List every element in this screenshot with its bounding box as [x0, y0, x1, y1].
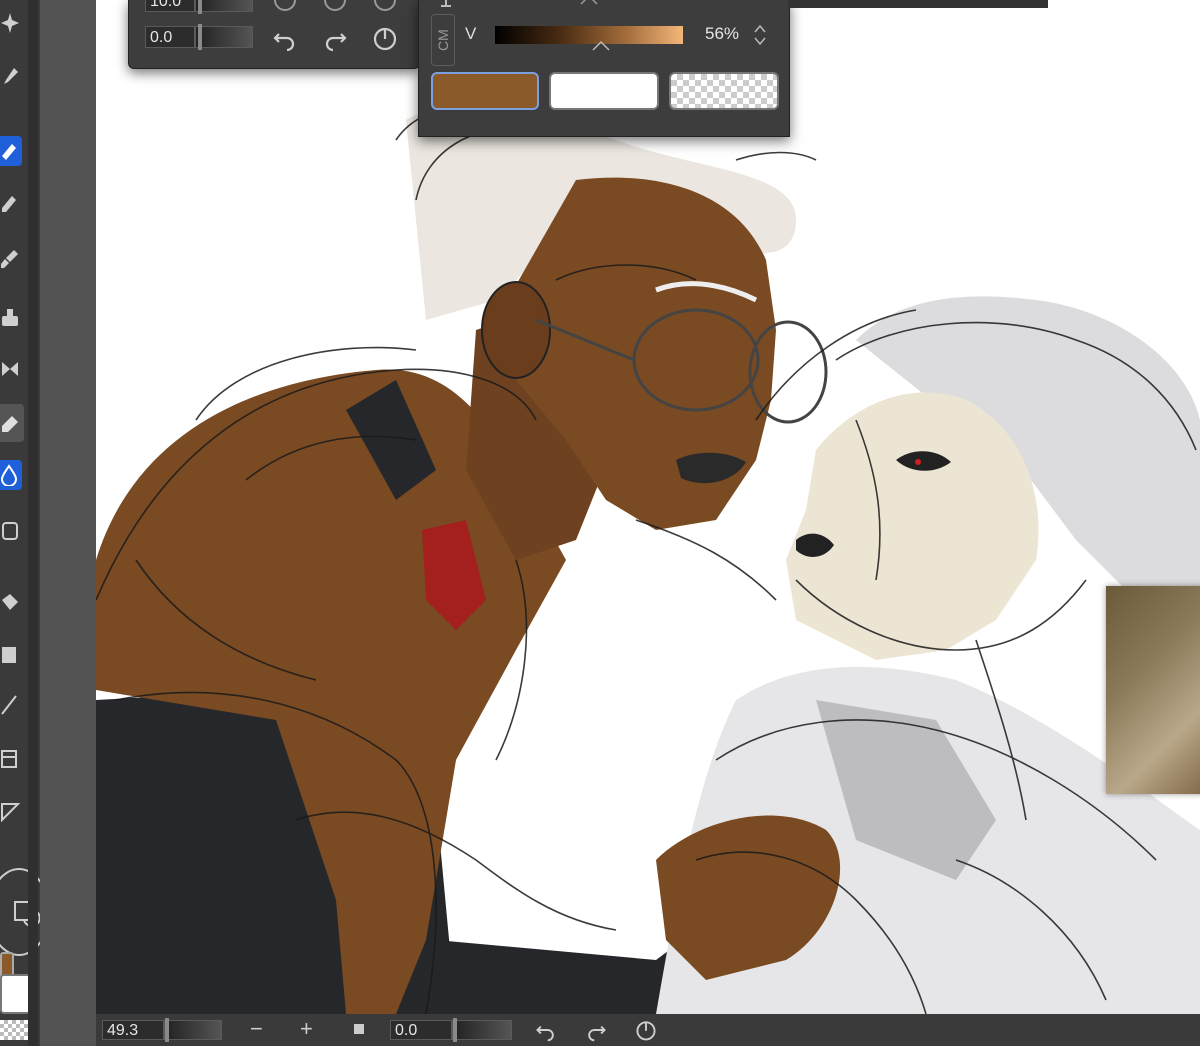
drawing-canvas[interactable]	[96, 0, 1200, 1014]
brush-opacity-field[interactable]: 0.0	[145, 26, 195, 48]
gradient-icon[interactable]	[0, 640, 22, 670]
sparkle-icon[interactable]	[0, 8, 22, 38]
zoom-slider[interactable]	[164, 1018, 222, 1042]
brush-size-field[interactable]: 10.0	[145, 0, 195, 12]
redo-icon[interactable]	[321, 24, 349, 52]
brush-settings-panel: 10.0 0.0	[128, 0, 420, 69]
pen-icon[interactable]	[0, 136, 22, 166]
value-slider-marker[interactable]	[591, 40, 611, 52]
value-channel-percent: 56%	[705, 24, 740, 43]
brush-opacity-slider[interactable]	[195, 24, 253, 50]
right-figure-face	[786, 392, 1039, 660]
blend-icon[interactable]	[0, 460, 22, 490]
left-figure-ear	[481, 281, 551, 379]
fit-screen-icon[interactable]	[354, 1024, 364, 1034]
chevron-up-icon	[580, 0, 598, 5]
value-slider[interactable]	[495, 26, 683, 44]
ruler-icon[interactable]	[0, 796, 22, 826]
rotate-left-icon[interactable]	[534, 1018, 558, 1042]
airbrush-icon[interactable]	[0, 302, 22, 332]
circle-icon[interactable]	[271, 0, 299, 14]
eyedropper-icon[interactable]	[0, 62, 22, 92]
eraser-icon[interactable]	[0, 404, 24, 442]
lasso-icon[interactable]	[0, 516, 22, 546]
decoration-icon[interactable]	[0, 354, 22, 384]
frame-icon[interactable]	[0, 744, 22, 774]
value-stepper-icon[interactable]	[753, 22, 767, 48]
illustration	[96, 105, 1200, 1014]
reset-rotation-icon[interactable]	[634, 1018, 658, 1042]
toolbar-divider	[28, 0, 38, 1046]
settings-icon[interactable]	[371, 0, 399, 14]
brush-size-slider[interactable]	[195, 0, 253, 14]
fill-icon[interactable]	[0, 588, 22, 618]
canvas-status-bar: 49.3 − + 0.0	[96, 1014, 1200, 1046]
transparent-swatch[interactable]	[669, 72, 779, 110]
brush-icon[interactable]	[0, 244, 22, 274]
canvas-gutter	[40, 0, 96, 1046]
undo-icon[interactable]	[271, 24, 299, 52]
info-icon[interactable]	[321, 0, 349, 14]
reference-photo[interactable]	[1106, 586, 1200, 794]
right-figure-eye-highlight	[915, 459, 921, 465]
main-color-swatch[interactable]	[431, 72, 539, 110]
color-panel: CM V 56%	[418, 0, 790, 137]
sub-color-swatch[interactable]	[549, 72, 659, 110]
text-cursor-icon	[441, 0, 451, 7]
rotation-slider[interactable]	[452, 1018, 512, 1042]
line-icon[interactable]	[0, 690, 22, 720]
value-channel-label: V	[465, 24, 477, 43]
zoom-out-button[interactable]: −	[250, 1016, 263, 1042]
rotate-right-icon[interactable]	[584, 1018, 608, 1042]
zoom-in-button[interactable]: +	[300, 1016, 313, 1042]
reset-icon[interactable]	[371, 24, 399, 52]
rotation-field[interactable]: 0.0	[390, 1020, 452, 1040]
pencil-icon[interactable]	[0, 188, 22, 218]
zoom-field[interactable]: 49.3	[102, 1020, 164, 1040]
color-mode-tab[interactable]: CM	[431, 14, 455, 66]
panel-edge	[788, 0, 1048, 8]
